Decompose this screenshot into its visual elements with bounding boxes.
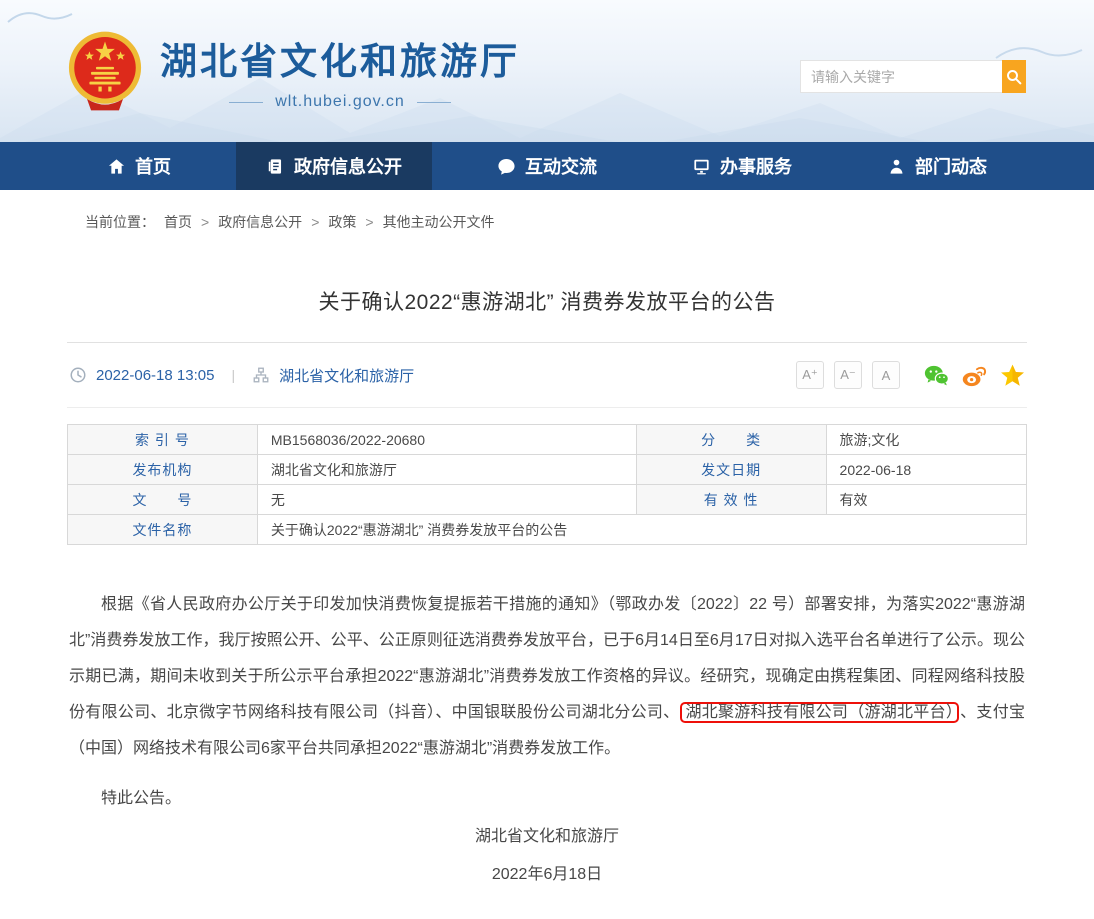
home-icon xyxy=(107,157,126,176)
nav-item-home[interactable]: 首页 xyxy=(77,142,201,190)
nav-label: 部门动态 xyxy=(915,153,987,179)
info-value-validity: 有效 xyxy=(826,485,1026,515)
page-title: 关于确认2022“惠游湖北” 消费券发放平台的公告 xyxy=(67,286,1027,316)
breadcrumb-separator: > xyxy=(201,214,209,230)
info-value-doc-title: 关于确认2022“惠游湖北” 消费券发放平台的公告 xyxy=(257,515,1026,545)
article-source: 湖北省文化和旅游厅 xyxy=(279,365,414,386)
nav-item-gov-info[interactable]: 政府信息公开 xyxy=(236,142,432,190)
breadcrumb: 当前位置： 首页 > 政府信息公开 > 政策 > 其他主动公开文件 xyxy=(67,190,1027,232)
nav-label: 办事服务 xyxy=(720,153,792,179)
font-size-reset-button[interactable]: A xyxy=(872,361,900,389)
breadcrumb-home[interactable]: 首页 xyxy=(164,212,192,232)
breadcrumb-policy[interactable]: 政策 xyxy=(328,212,356,232)
info-label-category: 分 类 xyxy=(636,425,826,455)
info-label-issue-date: 发文日期 xyxy=(636,455,826,485)
info-value-doc-no: 无 xyxy=(257,485,636,515)
site-title: 湖北省文化和旅游厅 xyxy=(160,31,520,85)
meta-divider: | xyxy=(231,367,235,383)
monitor-icon xyxy=(692,157,711,176)
publish-time: 2022-06-18 13:05 xyxy=(96,367,214,384)
red-highlight-annotation: 湖北聚游科技有限公司（游湖北平台） xyxy=(680,702,959,723)
nav-item-services[interactable]: 办事服务 xyxy=(662,142,822,190)
info-label-issuer: 发布机构 xyxy=(68,455,258,485)
nav-item-department-news[interactable]: 部门动态 xyxy=(857,142,1017,190)
signature: 湖北省文化和旅游厅 xyxy=(69,819,1025,855)
search-input[interactable] xyxy=(801,61,1002,92)
info-label-doc-title: 文件名称 xyxy=(68,515,258,545)
paragraph-main: 根据《省人民政府办公厅关于印发加快消费恢复提振若干措施的通知》（鄂政办发〔202… xyxy=(69,587,1025,767)
clock-icon xyxy=(69,366,87,384)
breadcrumb-prefix: 当前位置： xyxy=(85,212,155,232)
site-header: 湖北省文化和旅游厅 wlt.hubei.gov.cn xyxy=(0,0,1094,142)
info-label-validity: 有 效 性 xyxy=(636,485,826,515)
document-icon xyxy=(266,157,285,176)
weibo-icon[interactable] xyxy=(962,363,987,388)
table-row: 文 号 无 有 效 性 有效 xyxy=(68,485,1027,515)
nav-label: 政府信息公开 xyxy=(294,153,402,179)
info-value-issuer: 湖北省文化和旅游厅 xyxy=(257,455,636,485)
info-value-category: 旅游;文化 xyxy=(826,425,1026,455)
wechat-icon[interactable] xyxy=(924,363,949,388)
article-meta-bar: 2022-06-18 13:05 | 湖北省文化和旅游厅 A⁺ A⁻ A xyxy=(67,342,1027,408)
dash-decoration xyxy=(417,102,451,103)
signature-date: 2022年6月18日 xyxy=(69,857,1025,893)
dash-decoration xyxy=(229,102,263,103)
article-body: 根据《省人民政府办公厅关于印发加快消费恢复提振若干措施的通知》（鄂政办发〔202… xyxy=(67,587,1027,893)
nav-label: 互动交流 xyxy=(525,153,597,179)
table-row: 索 引 号 MB1568036/2022-20680 分 类 旅游;文化 xyxy=(68,425,1027,455)
search-button[interactable] xyxy=(1002,60,1026,93)
info-value-index-no: MB1568036/2022-20680 xyxy=(257,425,636,455)
paragraph-closing: 特此公告。 xyxy=(69,781,1025,817)
search-box xyxy=(800,60,1026,93)
breadcrumb-separator: > xyxy=(365,214,373,230)
qzone-star-icon[interactable] xyxy=(1000,363,1025,388)
breadcrumb-current[interactable]: 其他主动公开文件 xyxy=(383,212,495,232)
nav-item-interaction[interactable]: 互动交流 xyxy=(467,142,627,190)
breadcrumb-separator: > xyxy=(311,214,319,230)
info-value-issue-date: 2022-06-18 xyxy=(826,455,1026,485)
breadcrumb-gov-info[interactable]: 政府信息公开 xyxy=(218,212,302,232)
font-size-increase-button[interactable]: A⁺ xyxy=(796,361,824,389)
search-icon xyxy=(1005,68,1023,86)
person-icon xyxy=(887,157,906,176)
table-row: 发布机构 湖北省文化和旅游厅 发文日期 2022-06-18 xyxy=(68,455,1027,485)
info-label-index-no: 索 引 号 xyxy=(68,425,258,455)
org-sitemap-icon xyxy=(252,366,270,384)
national-emblem-logo xyxy=(64,28,146,114)
info-label-doc-no: 文 号 xyxy=(68,485,258,515)
nav-label: 首页 xyxy=(135,153,171,179)
table-row: 文件名称 关于确认2022“惠游湖北” 消费券发放平台的公告 xyxy=(68,515,1027,545)
document-info-table: 索 引 号 MB1568036/2022-20680 分 类 旅游;文化 发布机… xyxy=(67,424,1027,545)
main-navigation: 首页 政府信息公开 互动交流 办事服务 xyxy=(0,142,1094,190)
chat-bubble-icon xyxy=(497,157,516,176)
site-url: wlt.hubei.gov.cn xyxy=(275,93,405,111)
font-size-decrease-button[interactable]: A⁻ xyxy=(834,361,862,389)
